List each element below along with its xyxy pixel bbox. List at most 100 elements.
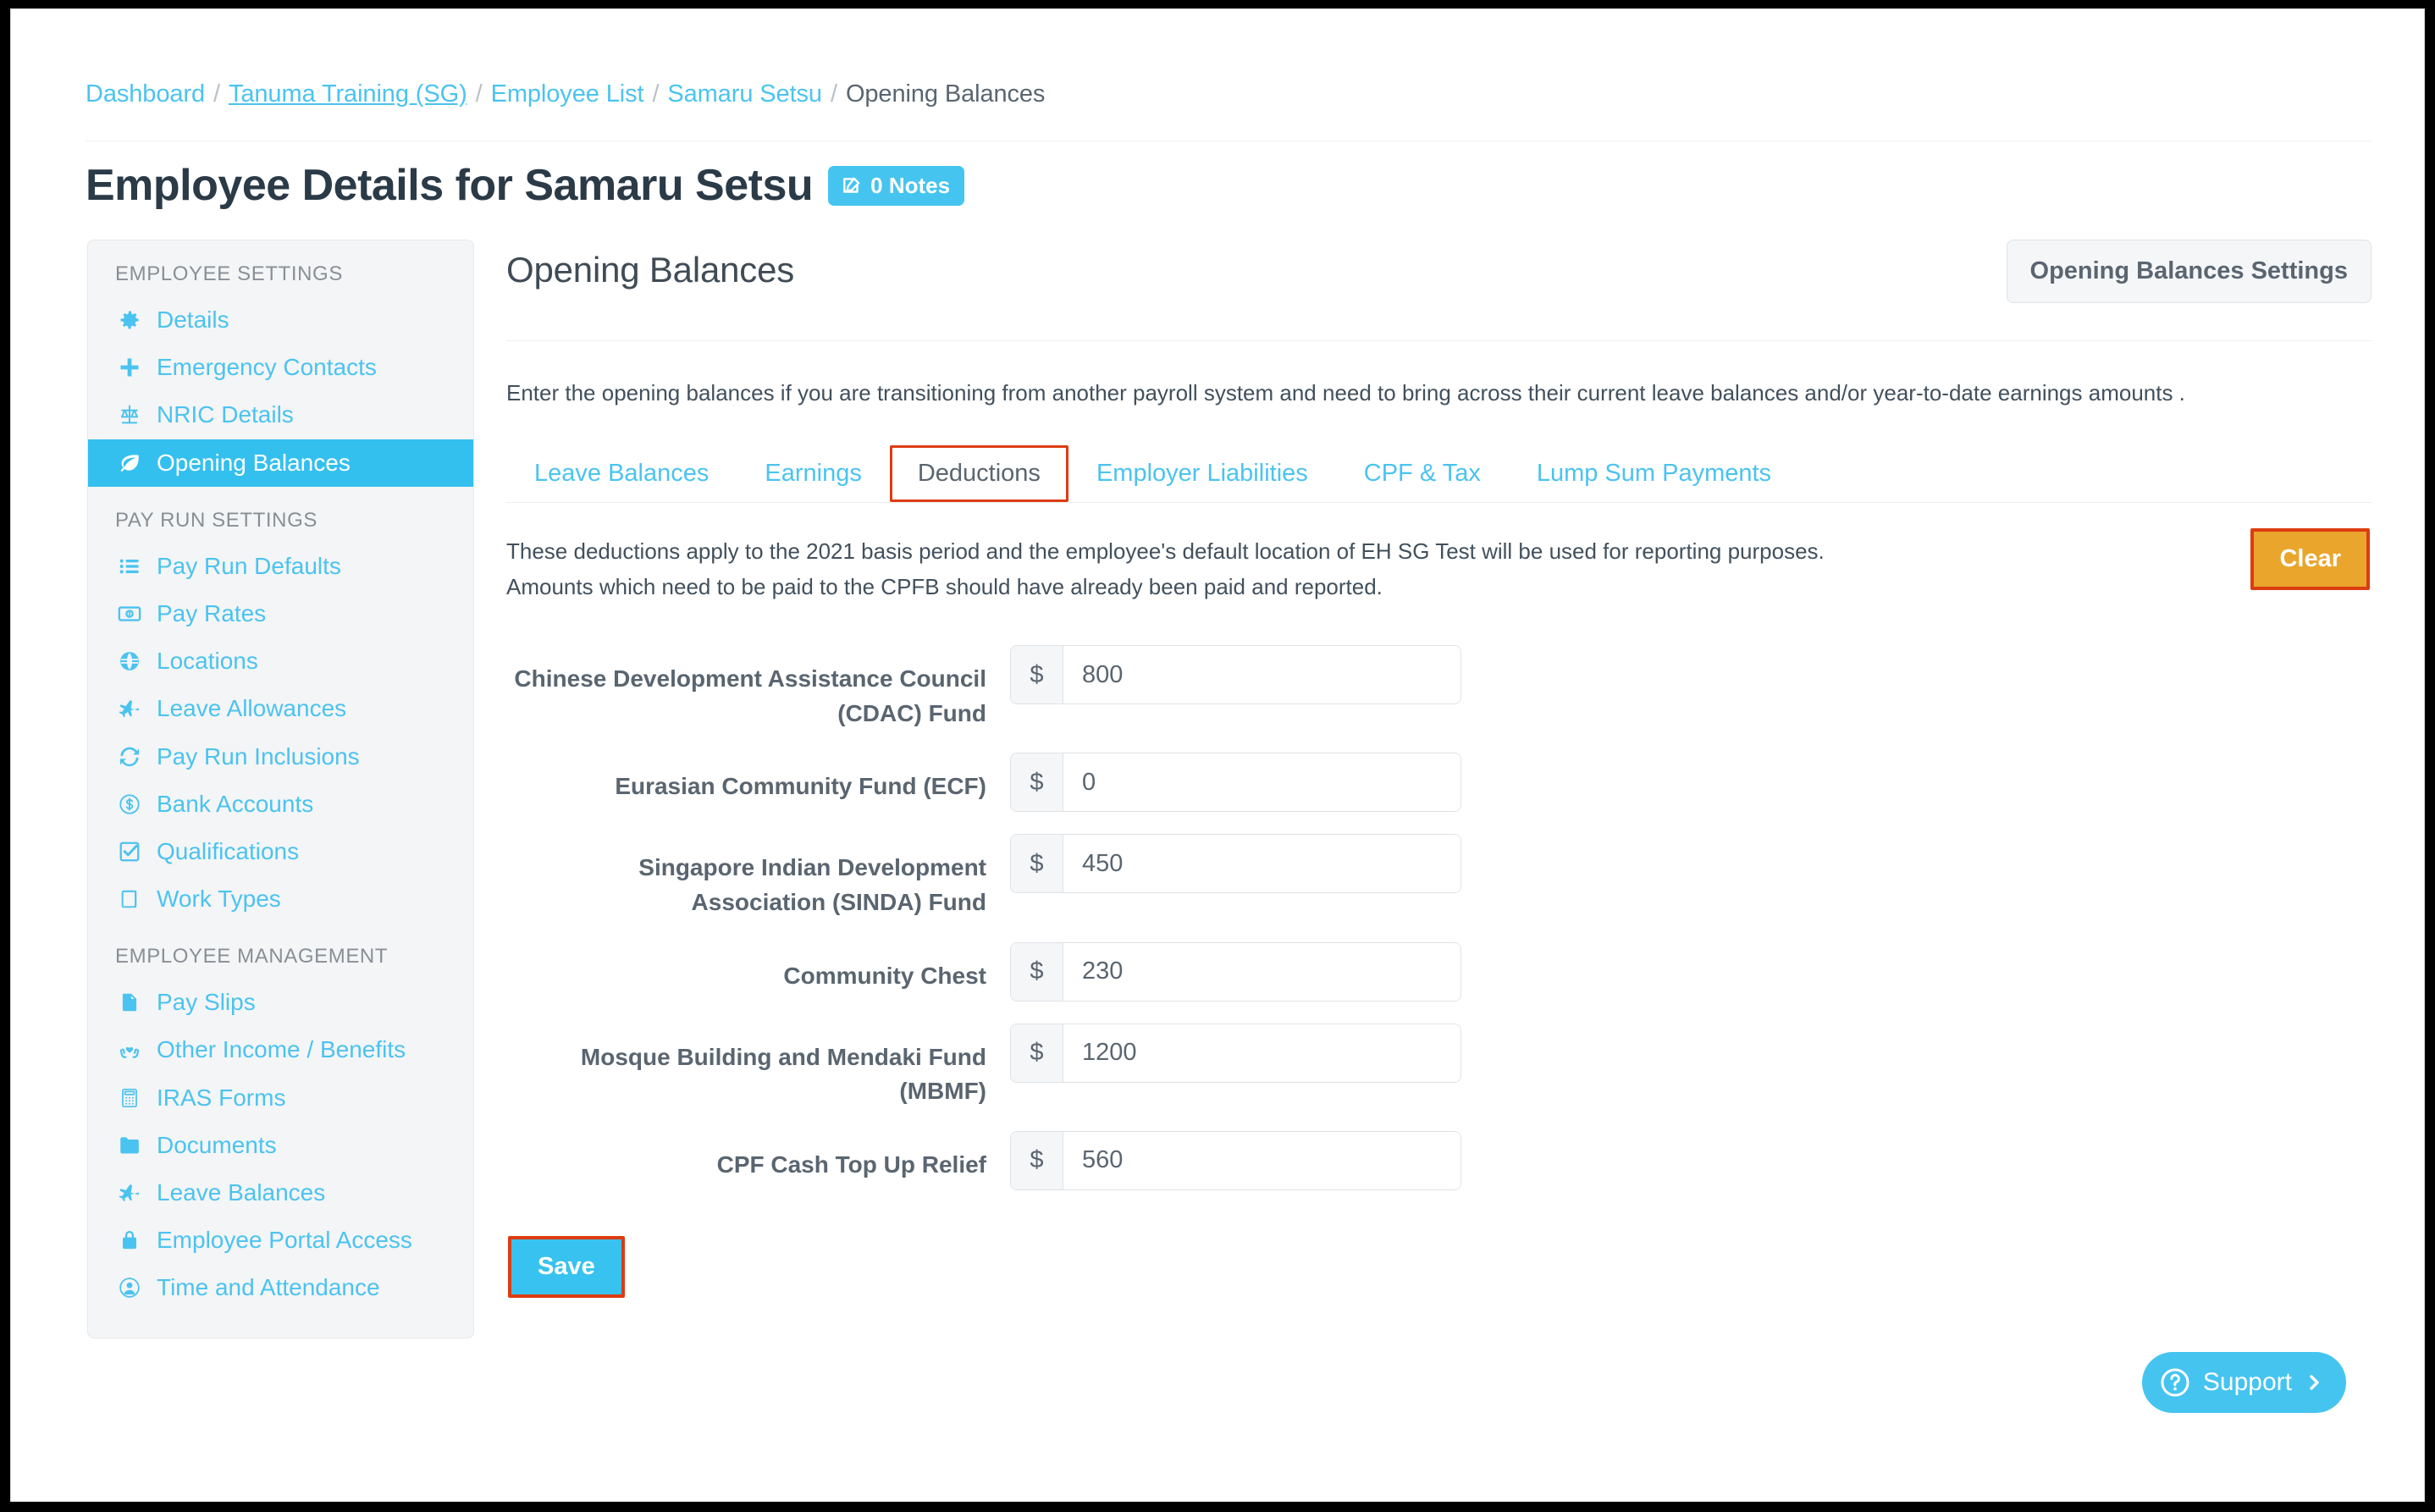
sidebar-item-details[interactable]: Details xyxy=(88,296,473,344)
form-row-singapore-indian-development-association-sinda-fund: Singapore Indian Development Association… xyxy=(506,834,2372,919)
sidebar-item-label: Opening Balances xyxy=(157,449,351,476)
sidebar-item-label: Other Income / Benefits xyxy=(157,1036,406,1063)
note-edit-icon xyxy=(841,174,863,196)
deductions-form: Chinese Development Assistance Council (… xyxy=(506,645,2372,1190)
plane-icon xyxy=(115,1181,143,1205)
tab-employer-liabilities[interactable]: Employer Liabilities xyxy=(1068,445,1336,502)
app-viewport: Dashboard / Tanuma Training (SG) / Employee … xyxy=(10,8,2425,1502)
leaf-icon xyxy=(115,451,143,475)
gear-icon xyxy=(115,308,143,332)
amount-input-chinese-development-assistance-council-cdac-fund[interactable] xyxy=(1063,646,1460,704)
breadcrumb-item-employee-list[interactable]: Employee List xyxy=(491,80,644,108)
input-group-community-chest: $ xyxy=(1010,941,1461,1002)
calculator-icon xyxy=(115,1086,143,1110)
globe-icon xyxy=(115,649,143,673)
currency-symbol-icon: $ xyxy=(1011,646,1063,704)
amount-input-singapore-indian-development-association-sinda-fund[interactable] xyxy=(1063,835,1460,893)
section-title: Opening Balances xyxy=(506,250,795,290)
breadcrumb-item-opening-balances: Opening Balances xyxy=(845,80,1046,108)
input-group-mosque-building-and-mendaki-fund-mbmf: $ xyxy=(1010,1023,1461,1083)
input-group-singapore-indian-development-association-sinda-fund: $ xyxy=(1010,834,1461,894)
folder-icon xyxy=(115,1134,143,1157)
deductions-note-line-2: Amounts which need to be paid to the CPF… xyxy=(506,574,1383,600)
form-row-chinese-development-assistance-council-cdac-fund: Chinese Development Assistance Council (… xyxy=(506,645,2372,731)
field-label-chinese-development-assistance-council-cdac-fund: Chinese Development Assistance Council (… xyxy=(514,665,986,726)
dollar-circle-icon xyxy=(115,792,143,816)
section-divider-top xyxy=(506,340,2372,341)
amount-input-community-chest[interactable] xyxy=(1063,942,1460,1001)
tab-lump-sum-payments[interactable]: Lump Sum Payments xyxy=(1509,445,1799,502)
sidebar-item-label: Locations xyxy=(157,648,258,675)
breadcrumb-separator: / xyxy=(475,80,483,108)
sidebar-group-heading: PAY RUN SETTINGS xyxy=(115,508,317,532)
breadcrumb-item-dashboard[interactable]: Dashboard xyxy=(86,80,205,108)
sidebar-item-time-and-attendance[interactable]: Time and Attendance xyxy=(88,1264,473,1311)
tab-deductions[interactable]: Deductions xyxy=(889,445,1068,502)
sidebar-item-employee-portal-access[interactable]: Employee Portal Access xyxy=(88,1217,473,1264)
main-header: Opening Balances Opening Balances Settin… xyxy=(506,240,2372,303)
input-group-chinese-development-assistance-council-cdac-fund: $ xyxy=(1010,645,1461,705)
sidebar-item-emergency-contacts[interactable]: Emergency Contacts xyxy=(88,344,473,391)
sidebar-item-leave-allowances[interactable]: Leave Allowances xyxy=(88,685,473,732)
sidebar-item-label: Pay Run Inclusions xyxy=(157,742,360,770)
sidebar-item-work-types[interactable]: Work Types xyxy=(88,875,473,923)
amount-input-mosque-building-and-mendaki-fund-mbmf[interactable] xyxy=(1063,1024,1460,1082)
form-row-community-chest: Community Chest $ xyxy=(506,941,2372,1002)
sidebar-item-label: Pay Rates xyxy=(157,599,267,626)
field-label-mosque-building-and-mendaki-fund-mbmf: Mosque Building and Mendaki Fund (MBMF) xyxy=(580,1043,986,1105)
sidebar-item-label: Pay Slips xyxy=(157,989,256,1016)
checkbox-icon xyxy=(115,840,143,864)
opening-balances-settings-button[interactable]: Opening Balances Settings xyxy=(2006,240,2372,303)
sidebar-item-pay-run-defaults[interactable]: Pay Run Defaults xyxy=(88,543,473,590)
sidebar-group-heading: EMPLOYEE MANAGEMENT xyxy=(115,945,389,968)
clear-button[interactable]: Clear xyxy=(2254,532,2366,587)
chevron-right-icon xyxy=(2304,1372,2324,1393)
amount-input-eurasian-community-fund-ecf[interactable] xyxy=(1063,753,1460,812)
refresh-icon xyxy=(115,745,143,769)
sidebar-item-leave-balances[interactable]: Leave Balances xyxy=(88,1169,473,1217)
sidebar-item-iras-forms[interactable]: IRAS Forms xyxy=(88,1074,473,1122)
field-label-cpf-cash-top-up-relief: CPF Cash Top Up Relief xyxy=(716,1151,986,1178)
page-title-row: Employee Details for Samaru Setsu 0 Note… xyxy=(86,160,965,211)
question-circle-icon xyxy=(2159,1366,2191,1399)
intro-text: Enter the opening balances if you are tr… xyxy=(506,380,2185,406)
sidebar-item-locations[interactable]: Locations xyxy=(88,637,473,685)
breadcrumb-separator: / xyxy=(213,80,220,108)
sidebar-item-pay-rates[interactable]: Pay Rates xyxy=(88,590,473,637)
breadcrumb-item-tanuma-training-sg[interactable]: Tanuma Training (SG) xyxy=(229,80,467,108)
user-circle-icon xyxy=(115,1276,143,1300)
tab-cpf-tax[interactable]: CPF & Tax xyxy=(1336,445,1509,502)
sidebar-item-label: Bank Accounts xyxy=(157,790,314,817)
sidebar-item-label: Work Types xyxy=(157,886,281,913)
currency-symbol-icon: $ xyxy=(1011,1131,1063,1189)
notes-badge-label: 0 Notes xyxy=(870,172,951,198)
plus-icon xyxy=(115,356,143,379)
sidebar-item-label: Leave Allowances xyxy=(157,695,347,722)
amount-input-cpf-cash-top-up-relief[interactable] xyxy=(1063,1131,1460,1189)
sidebar-item-nric-details[interactable]: NRIC Details xyxy=(88,391,473,439)
currency-symbol-icon: $ xyxy=(1011,942,1063,1001)
sidebar-item-opening-balances[interactable]: Opening Balances xyxy=(88,439,473,487)
sidebar-item-other-income-benefits[interactable]: Other Income / Benefits xyxy=(88,1026,473,1073)
sidebar-item-label: Pay Run Defaults xyxy=(157,552,341,579)
tab-earnings[interactable]: Earnings xyxy=(737,445,889,502)
input-group-cpf-cash-top-up-relief: $ xyxy=(1010,1130,1461,1190)
sidebar-item-pay-run-inclusions[interactable]: Pay Run Inclusions xyxy=(88,733,473,781)
tab-leave-balances[interactable]: Leave Balances xyxy=(506,445,737,502)
notes-badge[interactable]: 0 Notes xyxy=(828,165,965,206)
sidebar-item-documents[interactable]: Documents xyxy=(88,1122,473,1169)
field-label-singapore-indian-development-association-sinda-fund: Singapore Indian Development Association… xyxy=(638,854,986,915)
currency-symbol-icon: $ xyxy=(1011,753,1063,812)
currency-symbol-icon: $ xyxy=(1011,1024,1063,1082)
support-button[interactable]: Support xyxy=(2141,1352,2346,1413)
input-group-eurasian-community-fund-ecf: $ xyxy=(1010,753,1461,813)
sidebar-item-pay-slips[interactable]: Pay Slips xyxy=(88,979,473,1026)
clear-button-highlight: Clear xyxy=(2250,528,2370,590)
save-button[interactable]: Save xyxy=(511,1239,621,1294)
sidebar-item-qualifications[interactable]: Qualifications xyxy=(88,828,473,875)
sidebar-item-label: IRAS Forms xyxy=(157,1084,286,1111)
currency-symbol-icon: $ xyxy=(1011,835,1063,893)
sidebar-item-bank-accounts[interactable]: Bank Accounts xyxy=(88,781,473,828)
sidebar-item-label: Leave Balances xyxy=(157,1179,326,1206)
breadcrumb-item-samaru-setsu[interactable]: Samaru Setsu xyxy=(667,80,822,108)
